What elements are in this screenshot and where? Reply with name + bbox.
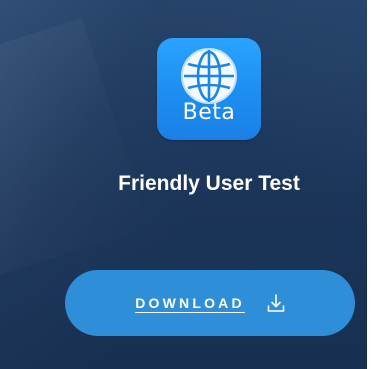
beta-label: Beta bbox=[182, 100, 236, 125]
globe-icon bbox=[181, 48, 237, 104]
download-label: DOWNLOAD bbox=[135, 295, 245, 311]
page-title: Friendly User Test bbox=[118, 172, 300, 195]
app-icon: Beta bbox=[157, 38, 261, 140]
promo-panel: Beta Friendly User Test DOWNLOAD bbox=[0, 0, 371, 369]
download-button[interactable]: DOWNLOAD bbox=[65, 270, 355, 336]
background-texture bbox=[0, 17, 150, 283]
right-border bbox=[367, 0, 371, 369]
download-arrow-icon bbox=[267, 294, 285, 312]
